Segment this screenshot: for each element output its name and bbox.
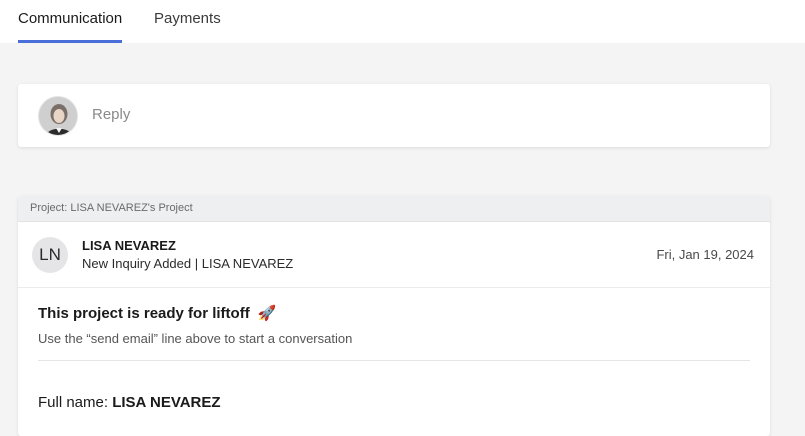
message-date: Fri, Jan 19, 2024 — [656, 247, 754, 262]
fullname-row: Full name: LISA NEVAREZ — [38, 394, 221, 411]
reply-box[interactable]: Reply — [18, 84, 770, 147]
sender-name: LISA NEVAREZ — [82, 238, 176, 253]
rocket-icon: 🚀 — [257, 305, 277, 322]
avatar — [38, 96, 78, 136]
fullname-label: Full name: — [38, 394, 109, 411]
liftoff-title-text: This project is ready for liftoff — [38, 305, 250, 322]
divider — [18, 287, 770, 288]
tab-communication[interactable]: Communication — [18, 0, 123, 43]
liftoff-title: This project is ready for liftoff 🚀 — [38, 304, 277, 322]
project-label: Project: LISA NEVAREZ's Project — [30, 202, 193, 214]
tab-bar: Communication Payments — [0, 0, 805, 43]
reply-input[interactable]: Reply — [92, 106, 130, 123]
divider — [38, 360, 750, 361]
project-header: Project: LISA NEVAREZ's Project — [18, 196, 770, 222]
fullname-value: LISA NEVAREZ — [112, 394, 221, 411]
project-card: Project: LISA NEVAREZ's Project LN LISA … — [18, 196, 770, 436]
message-subject: New Inquiry Added | LISA NEVAREZ — [82, 256, 294, 271]
user-photo-icon — [39, 97, 77, 135]
sender-initials-avatar: LN — [32, 237, 68, 273]
liftoff-subtitle: Use the “send email” line above to start… — [38, 331, 353, 346]
tab-payments[interactable]: Payments — [154, 0, 221, 43]
